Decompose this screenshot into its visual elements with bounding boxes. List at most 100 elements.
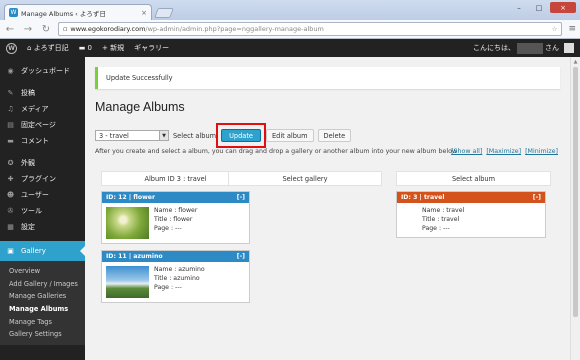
gallery-submenu: Overview Add Gallery / Images Manage Gal… <box>0 261 85 345</box>
sidebar-item-gallery[interactable]: ▣ Gallery <box>0 241 85 261</box>
album-select[interactable]: 3 - travel ▼ <box>95 130 169 141</box>
sidebar-item-appearance[interactable]: ✪ 外観 <box>0 155 85 171</box>
sidebar-item-label: Gallery <box>21 247 46 255</box>
dashboard-icon: ◉ <box>7 67 14 75</box>
card-header-title: ID: 12 | flower <box>106 194 156 201</box>
maximize-button[interactable]: □ <box>530 2 548 13</box>
submenu-gallery-settings[interactable]: Gallery Settings <box>0 328 85 341</box>
instructions-text: After you create and select a album, you… <box>95 148 458 155</box>
new-content-link[interactable]: + 新規 <box>102 43 124 53</box>
sidebar-item-media[interactable]: ♫ メディア <box>0 101 85 117</box>
view-links: [Show all] [Maximize] [Minimize] <box>451 148 558 155</box>
page-scrollbar[interactable]: ▲ <box>570 57 580 360</box>
select-album-label: Select album <box>173 131 217 140</box>
gallery-card[interactable]: ID: 11 | azumino [-] Name : azumino Titl… <box>101 250 250 303</box>
submenu-overview[interactable]: Overview <box>0 265 85 278</box>
card-header[interactable]: ID: 11 | azumino [-] <box>102 251 249 262</box>
user-name-redacted <box>517 42 543 54</box>
address-bar[interactable]: ▫ www.egokorodiary.com/wp-admin/admin.ph… <box>58 22 563 36</box>
flower-thumbnail <box>106 207 149 239</box>
card-title: Title : azumino <box>154 274 200 282</box>
page-title: Manage Albums <box>95 100 185 114</box>
gallery-link[interactable]: ギャラリー <box>134 43 169 53</box>
card-toggle[interactable]: [-] <box>533 194 541 201</box>
submenu-manage-albums[interactable]: Manage Albums <box>0 303 85 316</box>
scrollbar-thumb[interactable] <box>573 67 578 317</box>
sidebar-item-comments[interactable]: ▬ コメント <box>0 133 85 149</box>
tab-close-icon[interactable]: × <box>141 9 147 17</box>
greeting-suffix: さん <box>545 44 559 52</box>
azumino-thumbnail <box>106 266 149 298</box>
new-tab-button[interactable] <box>154 8 174 18</box>
card-page: Page : --- <box>422 224 450 232</box>
sidebar-item-label: ツール <box>21 207 42 215</box>
page-icon: ▤ <box>7 121 14 129</box>
maximize-link[interactable]: [Maximize] <box>486 148 521 155</box>
card-header[interactable]: ID: 3 | travel [-] <box>397 192 545 203</box>
tab-title: Manage Albums ‹ よろず日 <box>21 9 106 18</box>
card-toggle[interactable]: [-] <box>237 194 245 201</box>
wordpress-logo-icon[interactable]: W <box>6 42 17 54</box>
gallery-icon: ▣ <box>7 247 14 255</box>
settings-icon: ▦ <box>7 223 14 231</box>
sidebar-item-label: 投稿 <box>21 89 35 97</box>
sidebar-item-plugins[interactable]: ✚ プラグイン <box>0 171 85 187</box>
admin-sidebar: ◉ ダッシュボード ✎ 投稿 ♫ メディア ▤ 固定ページ ▬ コメント ✪ 外観 ✚ プラグ… <box>0 57 85 360</box>
greeting: こんにちは、 <box>473 44 515 52</box>
scroll-up-icon[interactable]: ▲ <box>571 57 580 67</box>
account-menu[interactable]: こんにちは、 さん <box>473 42 574 54</box>
card-title: Title : travel <box>422 215 460 223</box>
comments-link[interactable]: ▬ 0 <box>79 44 92 52</box>
gallery-column-header: Select gallery <box>228 171 382 186</box>
comment-icon: ▬ <box>7 137 14 145</box>
bookmark-star-icon[interactable]: ☆ <box>552 25 558 33</box>
main-content: Update Successfully Manage Albums 3 - tr… <box>85 57 580 360</box>
success-notice: Update Successfully <box>95 67 560 89</box>
sidebar-item-label: コメント <box>21 137 49 145</box>
minimize-button[interactable]: – <box>510 2 528 13</box>
sidebar-item-dashboard[interactable]: ◉ ダッシュボード <box>0 63 85 79</box>
card-page: Page : --- <box>154 283 182 291</box>
sidebar-item-users[interactable]: ☻ ユーザー <box>0 187 85 203</box>
plugin-icon: ✚ <box>7 175 14 183</box>
gallery-card[interactable]: ID: 12 | flower [-] Name : flower Title … <box>101 191 250 244</box>
site-name-link[interactable]: ⌂ よろず日記 <box>27 43 69 53</box>
card-header-title: ID: 3 | travel <box>401 194 445 201</box>
close-window-button[interactable]: × <box>550 2 576 13</box>
media-icon: ♫ <box>7 105 14 113</box>
submenu-manage-tags[interactable]: Manage Tags <box>0 315 85 328</box>
wordpress-favicon-icon: W <box>9 8 18 17</box>
window-controls: – □ × <box>510 2 576 13</box>
card-name: Name : azumino <box>154 266 205 273</box>
browser-tab[interactable]: W Manage Albums ‹ よろず日 × <box>4 4 152 20</box>
reload-icon[interactable]: ↻ <box>40 24 52 35</box>
submenu-manage-galleries[interactable]: Manage Galleries <box>0 290 85 303</box>
card-header[interactable]: ID: 12 | flower [-] <box>102 192 249 203</box>
album-card[interactable]: ID: 3 | travel [-] Name : travel Title :… <box>396 191 546 239</box>
sidebar-item-tools[interactable]: ✇ ツール <box>0 203 85 219</box>
chevron-down-icon: ▼ <box>159 131 168 140</box>
sidebar-item-settings[interactable]: ▦ 設定 <box>0 219 85 235</box>
browser-menu-icon[interactable]: ≡ <box>568 24 576 34</box>
album-controls: 3 - travel ▼ Select album Update Edit al… <box>95 123 352 148</box>
album-select-column-header: Select album <box>396 171 551 186</box>
back-icon[interactable]: ← <box>4 24 16 35</box>
highlight-box: Update <box>216 123 266 148</box>
sidebar-item-pages[interactable]: ▤ 固定ページ <box>0 117 85 133</box>
browser-toolbar: ← → ↻ ▫ www.egokorodiary.com/wp-admin/ad… <box>0 20 580 39</box>
sidebar-item-label: メディア <box>21 105 49 113</box>
sidebar-item-posts[interactable]: ✎ 投稿 <box>0 85 85 101</box>
show-all-link[interactable]: [Show all] <box>451 148 482 155</box>
forward-icon[interactable]: → <box>22 24 34 35</box>
comments-count: 0 <box>87 44 93 52</box>
page-icon: ▫ <box>63 25 68 33</box>
submenu-add-gallery[interactable]: Add Gallery / Images <box>0 278 85 291</box>
delete-button[interactable]: Delete <box>317 129 352 142</box>
site-name: よろず日記 <box>33 44 69 52</box>
update-button[interactable]: Update <box>221 129 261 142</box>
edit-album-button[interactable]: Edit album <box>266 129 314 142</box>
card-toggle[interactable]: [-] <box>237 253 245 260</box>
tool-icon: ✇ <box>7 207 14 215</box>
card-header-title: ID: 11 | azumino <box>106 253 163 260</box>
minimize-link[interactable]: [Minimize] <box>525 148 558 155</box>
